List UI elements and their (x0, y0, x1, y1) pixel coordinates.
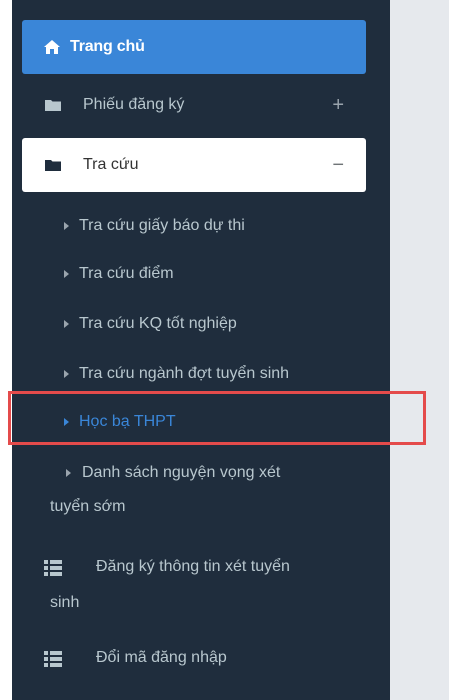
sidebar-item-change-password[interactable]: Đổi mã đăng nhập (96, 648, 396, 668)
list-icon (44, 651, 62, 667)
sidebar-item-label-continued: sinh (50, 594, 80, 611)
sidebar-item-label: Đăng ký thông tin xét tuyển (96, 558, 290, 575)
submenu-item-exam-notice[interactable]: Tra cứu giấy báo dự thi (64, 216, 364, 236)
sidebar-item-label: Trang chủ (70, 38, 145, 55)
caret-right-icon (64, 270, 69, 278)
list-icon (44, 560, 62, 576)
sidebar-item-home[interactable]: Trang chủ (22, 20, 366, 74)
submenu-item-label: Tra cứu điểm (79, 265, 174, 282)
submenu-item-scores[interactable]: Tra cứu điểm (64, 264, 364, 284)
submenu-item-label: Tra cứu giấy báo dự thi (79, 217, 245, 234)
home-icon (43, 38, 61, 56)
submenu-item-label: Học bạ THPT (79, 413, 176, 430)
sidebar-item-registration[interactable]: Phiếu đăng ký + (22, 78, 366, 132)
collapse-icon[interactable]: − (332, 155, 344, 175)
sidebar-item-admission-info-continued: sinh (50, 593, 350, 613)
caret-right-icon (66, 469, 71, 477)
caret-right-icon (64, 320, 69, 328)
caret-right-icon (64, 418, 69, 426)
page: Trang chủ Phiếu đăng ký + Tra cứu − Tra … (0, 0, 449, 700)
submenu-item-label: Tra cứu ngành đợt tuyển sinh (79, 365, 290, 382)
submenu-item-label: Danh sách nguyện vọng xét (82, 464, 281, 481)
folder-open-icon (44, 156, 62, 174)
caret-right-icon (64, 222, 69, 230)
sidebar-item-lookup[interactable]: Tra cứu − (22, 138, 366, 192)
sidebar-item-label: Đổi mã đăng nhập (96, 649, 227, 666)
caret-right-icon (64, 370, 69, 378)
submenu-item-admission-majors[interactable]: Tra cứu ngành đợt tuyển sinh (64, 364, 364, 384)
submenu-item-graduation-result[interactable]: Tra cứu KQ tốt nghiệp (64, 314, 364, 334)
content-area (390, 0, 449, 700)
submenu-item-label: Tra cứu KQ tốt nghiệp (79, 315, 237, 332)
submenu-item-high-school-transcript[interactable]: Học bạ THPT (64, 412, 364, 432)
expand-icon[interactable]: + (332, 95, 344, 115)
sidebar-item-label: Phiếu đăng ký (83, 96, 185, 113)
sidebar-item-label: Tra cứu (83, 156, 139, 173)
submenu-item-label-continued: tuyển sớm (50, 498, 126, 515)
sidebar-item-admission-info[interactable]: Đăng ký thông tin xét tuyển (96, 557, 396, 577)
folder-icon (44, 96, 62, 114)
submenu-item-early-admission-continued: tuyển sớm (50, 497, 350, 517)
